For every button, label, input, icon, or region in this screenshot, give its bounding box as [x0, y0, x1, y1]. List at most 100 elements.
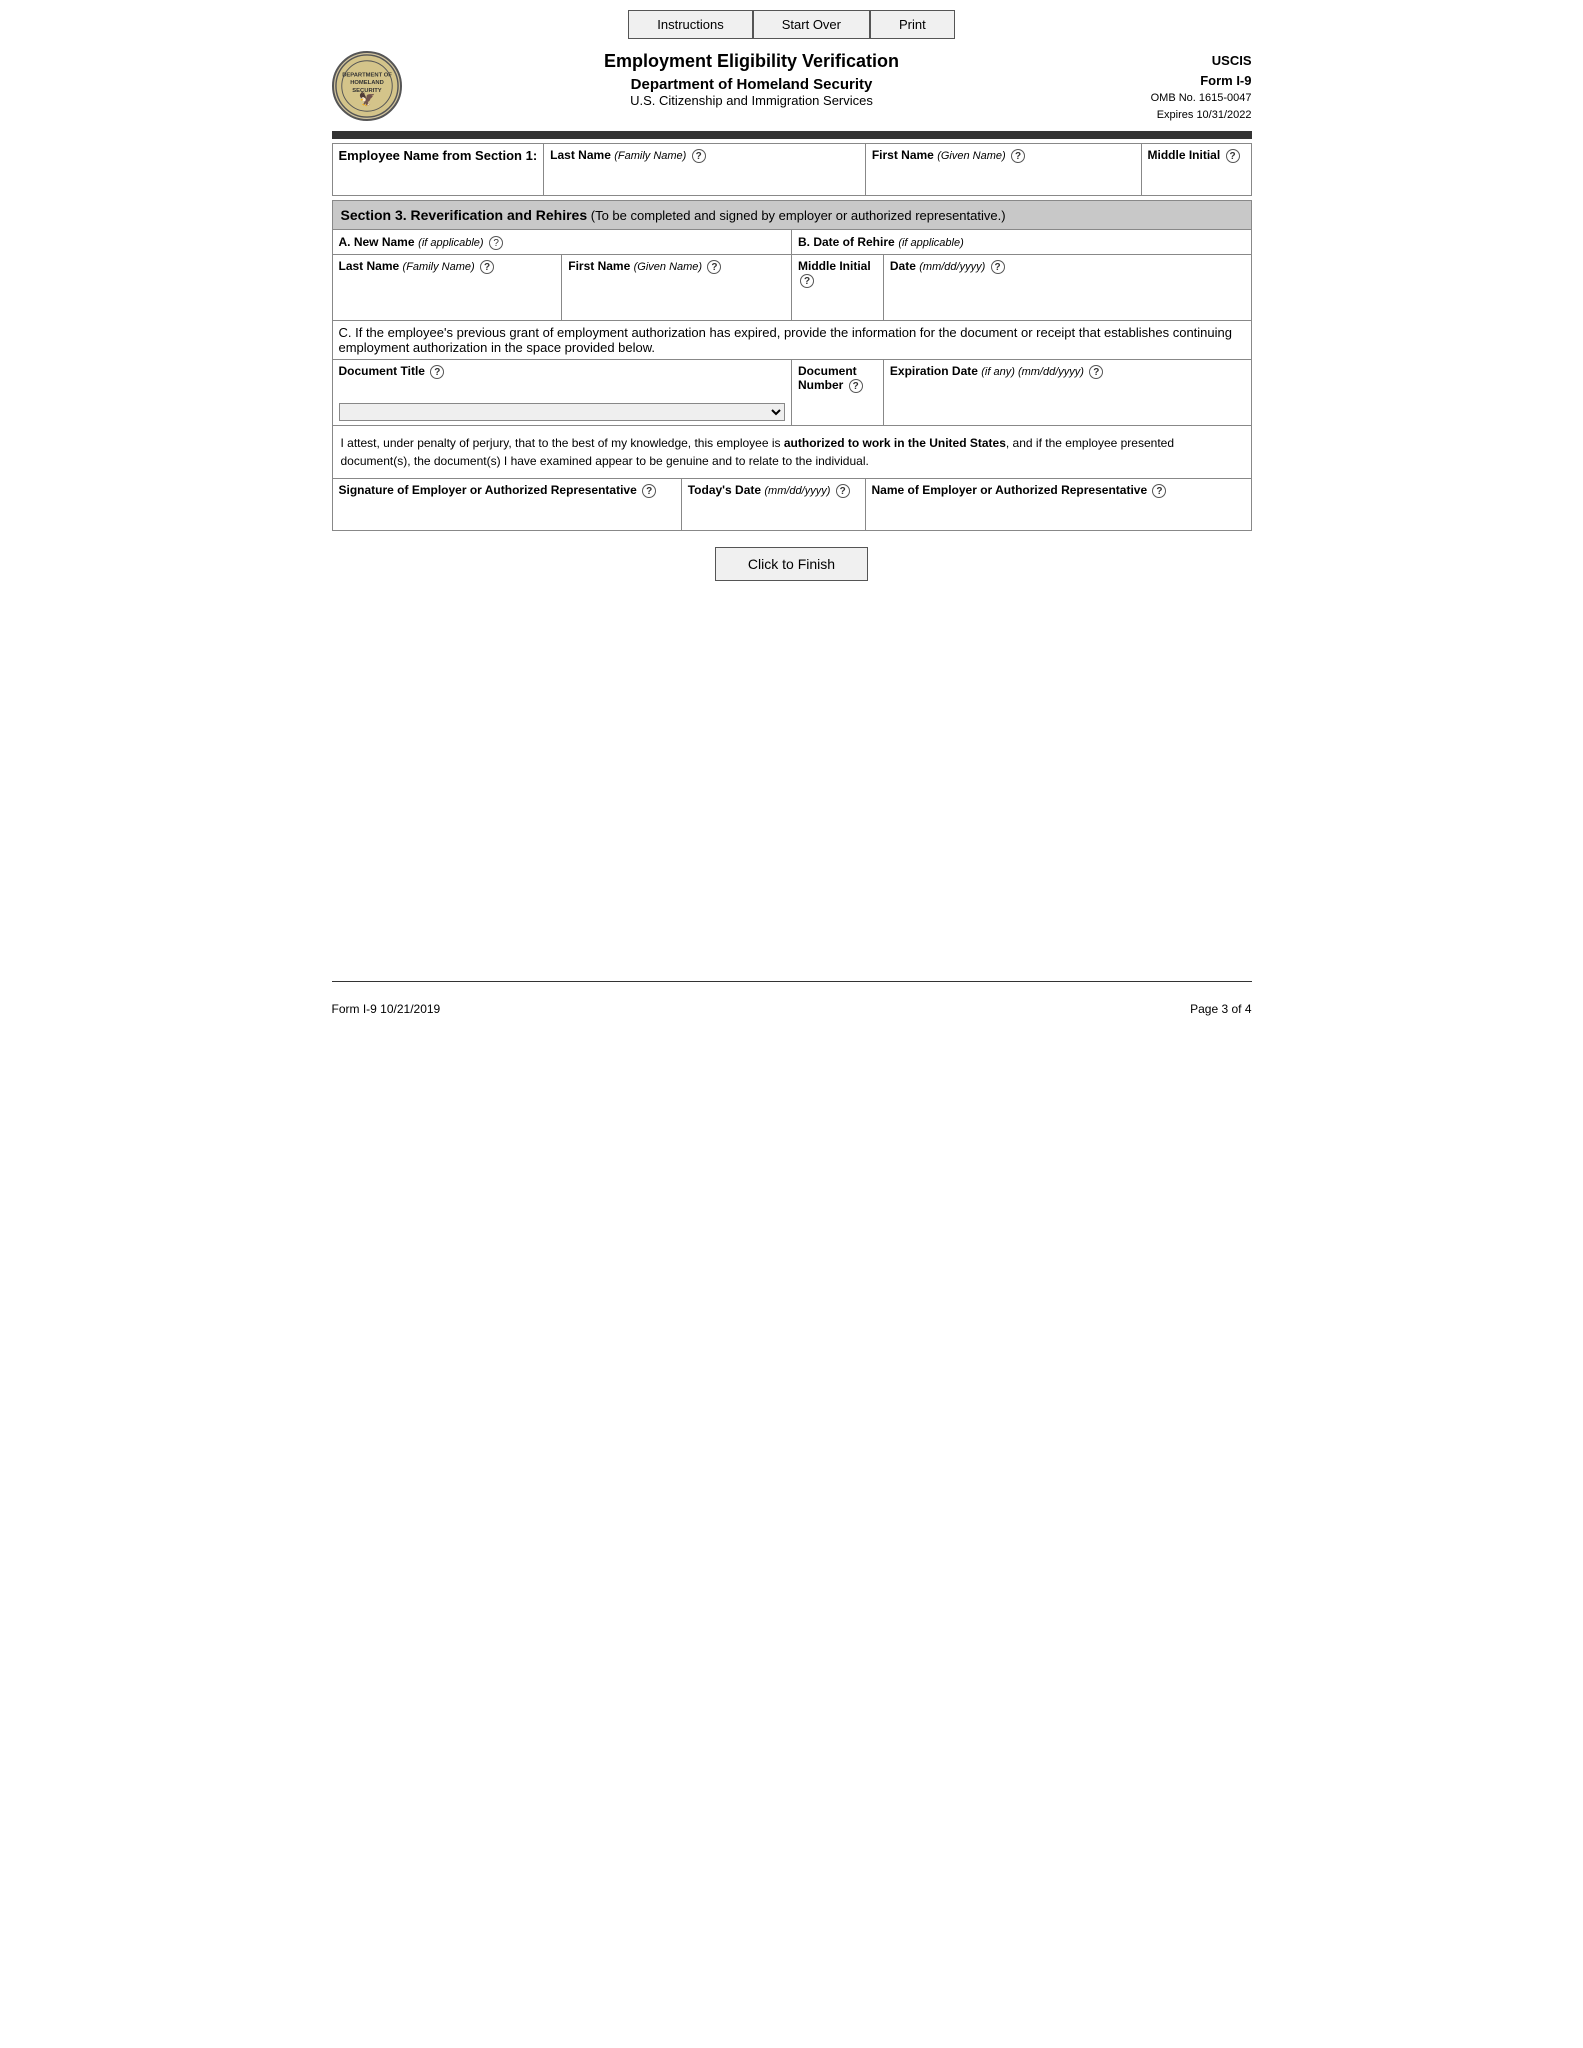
top-navigation: Instructions Start Over Print — [332, 10, 1252, 39]
date-rehire-sublabel: (if applicable) — [898, 237, 963, 249]
signature-cell: Signature of Employer or Authorized Repr… — [332, 479, 681, 531]
date-rehire-label: B. Date of Rehire — [798, 235, 895, 249]
new-first-name-cell: First Name (Given Name) ? — [562, 255, 792, 321]
expiration-label: Expiration Date (if any) (mm/dd/yyyy) ? — [890, 364, 1245, 379]
first-name-label: First Name (Given Name) ? — [872, 148, 1135, 163]
expiration-input[interactable] — [890, 379, 1245, 399]
new-name-help-icon[interactable]: ? — [489, 236, 503, 250]
attestation-text: I attest, under penalty of perjury, that… — [332, 426, 1252, 479]
first-name-input[interactable] — [872, 163, 1135, 183]
start-over-button[interactable]: Start Over — [753, 10, 870, 39]
new-last-name-help-icon[interactable]: ? — [480, 260, 494, 274]
new-last-name-cell: Last Name (Family Name) ? — [332, 255, 562, 321]
employee-name-label: Employee Name from Section 1: — [339, 148, 538, 163]
new-last-name-label: Last Name (Family Name) ? — [339, 259, 556, 274]
finish-area: Click to Finish — [332, 547, 1252, 581]
svg-text:DEPARTMENT OF: DEPARTMENT OF — [342, 72, 392, 78]
print-button[interactable]: Print — [870, 10, 955, 39]
instructions-button[interactable]: Instructions — [628, 10, 752, 39]
middle-initial-label: Middle Initial ? — [1148, 148, 1245, 163]
new-middle-initial-help-icon[interactable]: ? — [800, 274, 814, 288]
new-middle-initial-cell: Middle Initial ? — [792, 255, 884, 321]
date-rehire-header-cell: B. Date of Rehire (if applicable) — [792, 230, 1252, 255]
form-title: Employment Eligibility Verification — [412, 51, 1092, 72]
section3-title: Section 3. Reverification and Rehires — [341, 207, 588, 223]
sig-help-icon[interactable]: ? — [642, 484, 656, 498]
last-name-input-area — [550, 163, 859, 191]
attestation-content: I attest, under penalty of perjury, that… — [341, 436, 1175, 468]
section-c-cell: C. If the employee's previous grant of e… — [332, 321, 1251, 360]
first-name-input-area — [872, 163, 1135, 191]
svg-text:HOMELAND: HOMELAND — [350, 80, 384, 86]
new-name-label: A. New Name — [339, 235, 415, 249]
signature-input[interactable] — [339, 498, 675, 518]
doc-title-cell: Document Title ? — [332, 360, 792, 426]
footer-left: Form I-9 10/21/2019 — [332, 1002, 441, 1016]
agency-name: U.S. Citizenship and Immigration Service… — [412, 93, 1092, 108]
doc-title-help-icon[interactable]: ? — [430, 365, 444, 379]
first-name-cell: First Name (Given Name) ? — [865, 144, 1141, 196]
expiration-cell: Expiration Date (if any) (mm/dd/yyyy) ? — [883, 360, 1251, 426]
form-number: Form I-9 — [1092, 71, 1252, 91]
today-date-cell: Today's Date (mm/dd/yyyy) ? — [681, 479, 865, 531]
form-footer: Form I-9 10/21/2019 Page 3 of 4 — [332, 981, 1252, 1016]
first-name-help-icon[interactable]: ? — [1011, 149, 1025, 163]
doc-title-select[interactable] — [339, 403, 786, 421]
signature-table: Signature of Employer or Authorized Repr… — [332, 479, 1252, 531]
doc-title-area — [339, 379, 786, 421]
doc-number-cell: Document Number ? — [792, 360, 884, 426]
footer-right: Page 3 of 4 — [1190, 1002, 1251, 1016]
uscis-info: USCIS Form I-9 OMB No. 1615-0047 Expires… — [1092, 51, 1252, 123]
employee-name-table: Employee Name from Section 1: Last Name … — [332, 143, 1252, 196]
section3-table: A. New Name (if applicable) ? B. Date of… — [332, 229, 1252, 426]
new-first-name-help-icon[interactable]: ? — [707, 260, 721, 274]
doc-number-input[interactable] — [798, 393, 877, 413]
omb-number: OMB No. 1615-0047 — [1092, 90, 1252, 107]
last-name-label: Last Name (Family Name) ? — [550, 148, 859, 163]
new-name-sublabel: (if applicable) — [418, 237, 483, 249]
last-name-help-icon[interactable]: ? — [692, 149, 706, 163]
date-label: Date (mm/dd/yyyy) ? — [890, 259, 1245, 274]
signature-label: Signature of Employer or Authorized Repr… — [339, 483, 675, 498]
logo-area: DEPARTMENT OF HOMELAND SECURITY 🦅 — [332, 51, 412, 121]
new-middle-initial-label: Middle Initial ? — [798, 259, 877, 288]
doc-number-label: Document Number ? — [798, 364, 877, 393]
middle-initial-cell: Middle Initial ? — [1141, 144, 1251, 196]
middle-initial-input-area — [1148, 163, 1245, 191]
today-date-help-icon[interactable]: ? — [836, 484, 850, 498]
employer-name-help-icon[interactable]: ? — [1152, 484, 1166, 498]
doc-title-input[interactable] — [339, 379, 786, 399]
svg-text:🦅: 🦅 — [358, 90, 375, 106]
today-date-input[interactable] — [688, 498, 859, 518]
new-middle-initial-input[interactable] — [798, 288, 877, 308]
date-input[interactable] — [890, 274, 1245, 294]
date-cell: Date (mm/dd/yyyy) ? — [883, 255, 1251, 321]
employer-name-input[interactable] — [872, 498, 1245, 518]
section3-subtitle: (To be completed and signed by employer … — [591, 208, 1006, 223]
section-c-text: C. If the employee's previous grant of e… — [339, 325, 1232, 355]
last-name-input[interactable] — [550, 163, 859, 183]
decorative-bar — [332, 131, 1252, 139]
new-first-name-label: First Name (Given Name) ? — [568, 259, 785, 274]
dhs-logo: DEPARTMENT OF HOMELAND SECURITY 🦅 — [332, 51, 402, 121]
doc-title-label: Document Title ? — [339, 364, 786, 379]
section3-header: Section 3. Reverification and Rehires (T… — [332, 200, 1252, 229]
employee-name-label-cell: Employee Name from Section 1: — [332, 144, 544, 196]
dept-name: Department of Homeland Security — [412, 76, 1092, 93]
finish-button[interactable]: Click to Finish — [715, 547, 868, 581]
new-first-name-input[interactable] — [568, 274, 785, 294]
expiration-date: Expires 10/31/2022 — [1092, 107, 1252, 124]
doc-number-help-icon[interactable]: ? — [849, 379, 863, 393]
title-area: Employment Eligibility Verification Depa… — [412, 51, 1092, 108]
new-last-name-input[interactable] — [339, 274, 556, 294]
employer-name-cell: Name of Employer or Authorized Represent… — [865, 479, 1251, 531]
last-name-cell: Last Name (Family Name) ? — [544, 144, 866, 196]
expiration-help-icon[interactable]: ? — [1089, 365, 1103, 379]
date-help-icon[interactable]: ? — [991, 260, 1005, 274]
form-header: DEPARTMENT OF HOMELAND SECURITY 🦅 Employ… — [332, 51, 1252, 123]
uscis-label: USCIS — [1092, 51, 1252, 71]
new-name-header-cell: A. New Name (if applicable) ? — [332, 230, 792, 255]
middle-initial-input[interactable] — [1148, 163, 1245, 183]
employer-name-label: Name of Employer or Authorized Represent… — [872, 483, 1245, 498]
middle-initial-help-icon[interactable]: ? — [1226, 149, 1240, 163]
